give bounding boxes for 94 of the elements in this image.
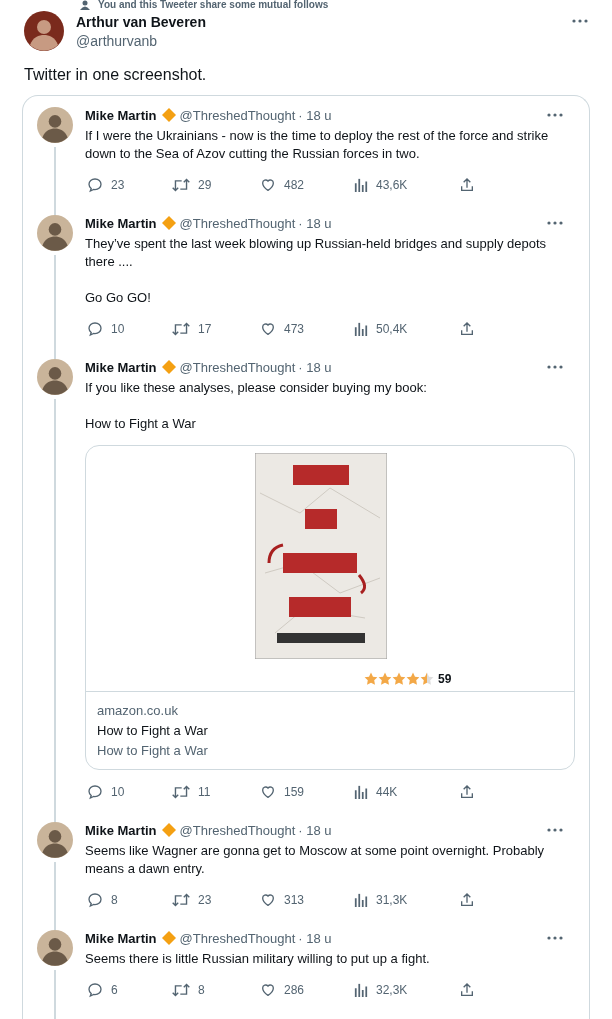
context-text: You and this Tweeter share some mutual follows [98,0,329,10]
reply-count: 6 [111,983,118,997]
timestamp[interactable]: · 18 u [298,215,332,231]
bar-chart-icon[interactable] [354,178,368,192]
heart-icon[interactable] [260,892,276,908]
author-name[interactable]: Mike Martin [85,107,157,123]
author-name[interactable]: Mike Martin [85,359,157,375]
like-count: 313 [284,893,305,907]
author-name[interactable]: Mike Martin [85,822,157,838]
bar-chart-icon[interactable] [354,983,368,997]
reply-count: 23 [111,178,125,192]
more-icon[interactable] [547,113,563,117]
like-count: 159 [284,785,305,799]
avatar[interactable] [37,359,73,395]
reply-icon[interactable] [87,321,103,337]
tweet-text: Seems like Wagner are gonna get to Moscow at some point overnight. Probably means a dawn entry. [85,842,546,878]
avatar[interactable] [37,215,73,251]
tweet-text: Seems there is little Russian military willing to put up a fight. [85,950,431,968]
rating-count: 59 [438,672,452,686]
view-count: 43,6K [376,178,408,192]
star-icon [364,672,378,686]
bar-chart-icon[interactable] [354,893,368,907]
author-handle[interactable]: @arthurvanb [76,31,560,51]
reply-icon[interactable] [87,784,103,800]
view-count: 44K [376,785,398,799]
heart-icon[interactable] [260,177,276,193]
star-icon [378,672,392,686]
more-icon[interactable] [547,936,563,940]
timestamp[interactable]: · 18 u [298,359,332,375]
author-name[interactable]: Mike Martin [85,215,157,231]
author-handle[interactable]: @ThreshedThought [179,107,296,123]
share-icon[interactable] [459,321,475,337]
reply-icon[interactable] [87,982,103,998]
author-handle[interactable]: @ThreshedThought [179,215,296,231]
heart-icon[interactable] [260,321,276,337]
tweet-text: If you like these analyses, please consider buying my book: [85,379,428,397]
avatar[interactable] [37,107,73,143]
link-description: How to Fight a War [97,742,209,760]
more-icon[interactable] [547,828,563,832]
view-count: 32,3K [376,983,408,997]
reply-count: 8 [111,893,118,907]
reply-count: 10 [111,322,125,336]
share-icon[interactable] [459,982,475,998]
more-icon[interactable] [547,221,563,225]
tweet-text: If I were the Ukrainians - now is the time to deploy the rest of the force and strike down to the Sea of Azov cutting the Russian forces in two. [85,127,550,163]
like-count: 286 [284,983,305,997]
author-name[interactable]: Arthur van Beveren [76,13,560,31]
more-icon[interactable] [572,19,588,23]
retweet-icon[interactable] [172,982,190,998]
person-icon [80,0,90,10]
star-icon [406,672,420,686]
retweet-count: 29 [198,178,212,192]
heart-icon[interactable] [260,784,276,800]
timestamp[interactable]: · 18 u [298,822,332,838]
share-icon[interactable] [459,177,475,193]
tweet-text: Go Go GO! [85,289,152,307]
retweet-count: 8 [198,983,205,997]
retweet-icon[interactable] [172,892,190,908]
author-handle[interactable]: @ThreshedThought [179,930,296,946]
share-icon[interactable] [459,892,475,908]
heart-icon[interactable] [260,982,276,998]
star-icon [392,672,406,686]
bar-chart-icon[interactable] [354,322,368,336]
avatar[interactable] [37,822,73,858]
retweet-icon[interactable] [172,177,190,193]
retweet-count: 11 [198,785,211,799]
link-title[interactable]: How to Fight a War [97,721,563,741]
view-count: 50,4K [376,322,408,336]
avatar[interactable] [24,11,64,51]
reply-count: 10 [111,785,125,799]
more-icon[interactable] [547,365,563,369]
link-domain: amazon.co.uk [97,702,179,720]
timestamp[interactable]: · 18 u [298,107,332,123]
link-card[interactable]: 59 amazon.co.uk How to Fight a War How to Fight a War [85,445,575,770]
timestamp[interactable]: · 18 u [298,930,332,946]
tweet-text: Twitter in one screenshot. [24,65,208,85]
view-count: 31,3K [376,893,408,907]
retweet-count: 23 [198,893,212,907]
reply-icon[interactable] [87,892,103,908]
like-count: 482 [284,178,305,192]
retweet-icon[interactable] [172,321,190,337]
retweet-icon[interactable] [172,784,190,800]
tweet-text: They’ve spent the last week blowing up Russian-held bridges and supply depots there .... [85,235,548,271]
star-icon [420,672,434,686]
author-name[interactable]: Mike Martin [85,930,157,946]
avatar[interactable] [37,930,73,966]
bar-chart-icon[interactable] [354,785,368,799]
reply-icon[interactable] [87,177,103,193]
tweet-text: How to Fight a War [85,415,197,433]
author-handle[interactable]: @ThreshedThought [179,822,296,838]
author-handle[interactable]: @ThreshedThought [179,359,296,375]
share-icon[interactable] [459,784,475,800]
retweet-count: 17 [198,322,212,336]
like-count: 473 [284,322,305,336]
